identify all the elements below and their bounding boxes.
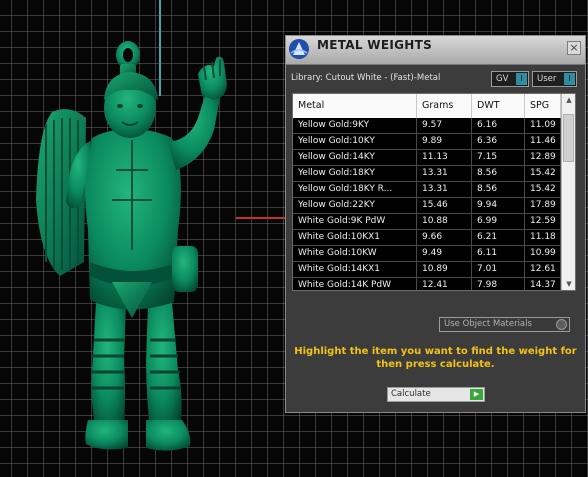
right-leg	[146, 302, 182, 430]
cell-grams: 10.89	[417, 262, 472, 277]
table-row[interactable]: White Gold:10KW 9.49 6.11 10.99	[293, 246, 561, 262]
close-icon[interactable]: ×	[567, 41, 581, 55]
cell-grams: 12.41	[417, 278, 472, 290]
table-row[interactable]: Yellow Gold:22KY 15.46 9.94 17.89	[293, 198, 561, 214]
cell-spg: 14.37	[525, 278, 561, 290]
cell-spg: 12.59	[525, 214, 561, 229]
library-label: Library: Cutout White - (Fast)-Metal	[291, 73, 441, 83]
cell-grams: 15.46	[417, 198, 472, 213]
cell-dwt: 8.56	[472, 182, 525, 197]
table-row[interactable]: Yellow Gold:18KY 13.31 8.56 15.42	[293, 166, 561, 182]
cell-grams: 9.49	[417, 246, 472, 261]
option-knob-icon	[556, 319, 567, 330]
cell-metal: White Gold:9K PdW	[293, 214, 417, 229]
instructions-text: Highlight the item you want to find the …	[294, 346, 577, 370]
scrollbar-thumb[interactable]	[563, 114, 574, 162]
cell-grams: 9.66	[417, 230, 472, 245]
column-header-spg[interactable]: SPG	[525, 94, 561, 118]
cell-grams: 9.57	[417, 118, 472, 133]
table-header: Metal Grams DWT SPG	[293, 94, 561, 118]
table-row[interactable]: White Gold:14K PdW 12.41 7.98 14.37	[293, 278, 561, 290]
cell-spg: 11.09	[525, 118, 561, 133]
cell-spg: 12.89	[525, 150, 561, 165]
table-body: Yellow Gold:9KY 9.57 6.16 11.09 Yellow G…	[293, 118, 561, 290]
cell-grams: 9.89	[417, 134, 472, 149]
cell-metal: Yellow Gold:18KY	[293, 166, 417, 181]
metal-weights-panel: METAL WEIGHTS × Library: Cutout White - …	[285, 35, 586, 413]
left-leg	[91, 302, 126, 430]
scroll-down-icon[interactable]: ▼	[562, 278, 575, 290]
cell-dwt: 6.11	[472, 246, 525, 261]
gv-toggle[interactable]: GV I	[491, 71, 529, 87]
table-row[interactable]: Yellow Gold:10KY 9.89 6.36 11.46	[293, 134, 561, 150]
table-row[interactable]: Yellow Gold:18KY R... 13.31 8.56 15.42	[293, 182, 561, 198]
cell-metal: Yellow Gold:10KY	[293, 134, 417, 149]
cell-spg: 11.18	[525, 230, 561, 245]
cell-dwt: 7.15	[472, 150, 525, 165]
toggle-on-icon: I	[516, 73, 527, 85]
scroll-up-icon[interactable]: ▲	[562, 94, 575, 106]
raised-arm	[168, 92, 220, 170]
use-object-materials-button[interactable]: Use Object Materials	[439, 317, 570, 332]
cell-metal: Yellow Gold:9KY	[293, 118, 417, 133]
table-row[interactable]: White Gold:14KX1 10.89 7.01 12.61	[293, 262, 561, 278]
cell-dwt: 6.36	[472, 134, 525, 149]
user-toggle[interactable]: User I	[532, 71, 577, 87]
cell-dwt: 6.21	[472, 230, 525, 245]
calculate-label: Calculate	[391, 389, 431, 399]
cell-spg: 15.42	[525, 182, 561, 197]
cell-metal: White Gold:10KW	[293, 246, 417, 261]
cell-metal: White Gold:14K PdW	[293, 278, 417, 290]
cell-spg: 15.42	[525, 166, 561, 181]
cell-grams: 13.31	[417, 166, 472, 181]
column-header-dwt[interactable]: DWT	[472, 94, 525, 118]
cell-spg: 12.61	[525, 262, 561, 277]
cell-grams: 10.88	[417, 214, 472, 229]
cell-dwt: 6.99	[472, 214, 525, 229]
column-header-metal[interactable]: Metal	[293, 94, 417, 118]
play-arrow-icon: ▶	[470, 389, 483, 400]
cell-metal: Yellow Gold:22KY	[293, 198, 417, 213]
table-row[interactable]: Yellow Gold:14KY 11.13 7.15 12.89	[293, 150, 561, 166]
table-row[interactable]: Yellow Gold:9KY 9.57 6.16 11.09	[293, 118, 561, 134]
use-object-materials-label: Use Object Materials	[444, 319, 532, 329]
calculate-button[interactable]: Calculate ▶	[387, 387, 485, 402]
panel-title: METAL WEIGHTS	[317, 38, 433, 52]
table-row[interactable]: White Gold:10KX1 9.66 6.21 11.18	[293, 230, 561, 246]
table-row[interactable]: White Gold:9K PdW 10.88 6.99 12.59	[293, 214, 561, 230]
gv-toggle-label: GV	[496, 74, 509, 84]
cell-metal: Yellow Gold:14KY	[293, 150, 417, 165]
cell-spg: 11.46	[525, 134, 561, 149]
cell-grams: 11.13	[417, 150, 472, 165]
panel-titlebar[interactable]: METAL WEIGHTS ×	[286, 36, 585, 65]
cell-metal: Yellow Gold:18KY R...	[293, 182, 417, 197]
cell-dwt: 9.94	[472, 198, 525, 213]
figure-model[interactable]	[0, 0, 300, 477]
cell-dwt: 7.01	[472, 262, 525, 277]
cell-grams: 13.31	[417, 182, 472, 197]
pouch	[172, 246, 198, 292]
cell-spg: 10.99	[525, 246, 561, 261]
cell-dwt: 8.56	[472, 166, 525, 181]
user-toggle-label: User	[537, 74, 557, 84]
column-header-grams[interactable]: Grams	[417, 94, 472, 118]
cell-metal: White Gold:10KX1	[293, 230, 417, 245]
metal-table[interactable]: Metal Grams DWT SPG Yellow Gold:9KY 9.57…	[292, 93, 576, 291]
toggle-on-icon: I	[564, 73, 575, 85]
rhino-gold-logo-icon	[289, 39, 309, 59]
cell-dwt: 6.16	[472, 118, 525, 133]
cell-metal: White Gold:14KX1	[293, 262, 417, 277]
cell-dwt: 7.98	[472, 278, 525, 290]
table-scrollbar[interactable]: ▲ ▼	[561, 94, 575, 290]
cell-spg: 17.89	[525, 198, 561, 213]
